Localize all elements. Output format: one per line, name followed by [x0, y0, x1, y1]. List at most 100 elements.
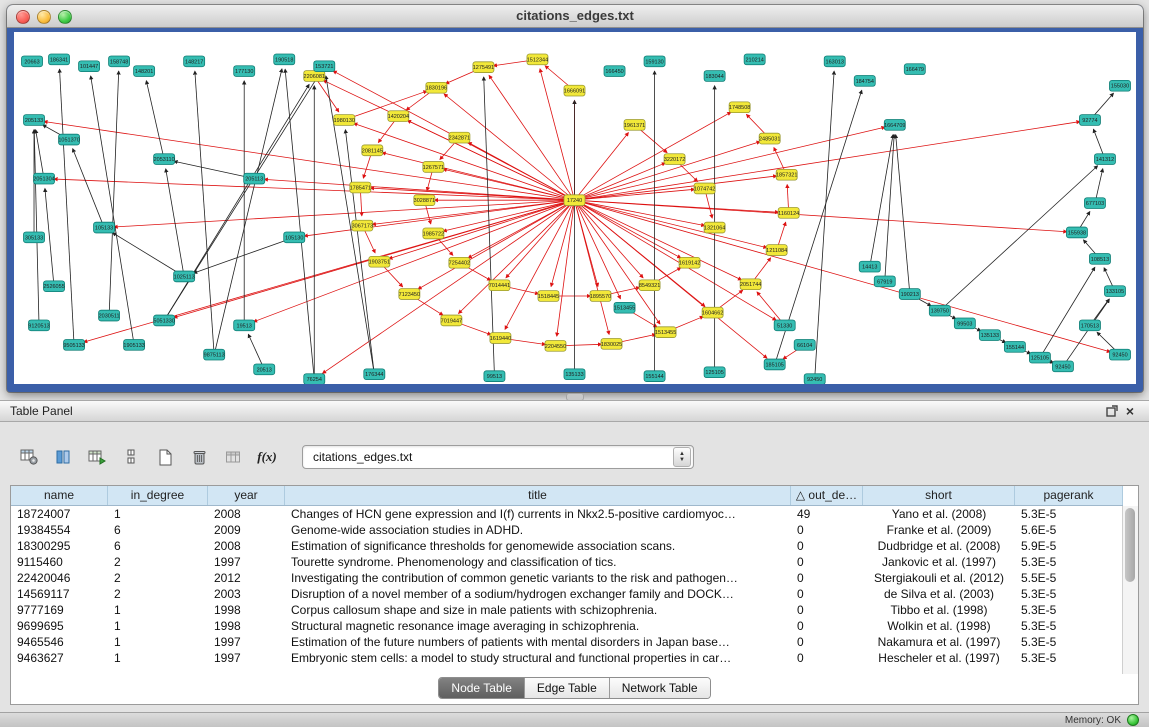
- graph-node[interactable]: 1160124: [778, 208, 799, 219]
- graph-node[interactable]: 159130: [644, 56, 665, 67]
- graph-edge[interactable]: [146, 81, 163, 156]
- graph-edge[interactable]: [578, 201, 767, 248]
- show-columns-icon[interactable]: [48, 443, 78, 471]
- graph-node[interactable]: 105130: [284, 232, 305, 243]
- table-row[interactable]: 969969511998Structural magnetic resonanc…: [11, 618, 1123, 634]
- table-row[interactable]: 1830029562008Estimation of significance …: [11, 538, 1123, 554]
- graph-edge[interactable]: [545, 66, 571, 88]
- graph-node[interactable]: 1321064: [704, 222, 725, 233]
- graph-node[interactable]: 139750: [929, 305, 950, 316]
- graph-node[interactable]: 1051370: [58, 134, 79, 145]
- graph-edge[interactable]: [757, 292, 782, 322]
- graph-node[interactable]: 177130: [234, 66, 255, 77]
- graph-node[interactable]: 125105: [1029, 352, 1050, 363]
- graph-edge[interactable]: [363, 154, 371, 178]
- table-row[interactable]: 911546021997Tourette syndrome. Phenomeno…: [11, 554, 1123, 570]
- graph-node[interactable]: 92774: [1079, 115, 1100, 126]
- graph-edge[interactable]: [468, 202, 571, 258]
- graph-node[interactable]: 1211084: [766, 245, 787, 256]
- tab-node-table[interactable]: Node Table: [439, 678, 524, 698]
- graph-edge[interactable]: [577, 133, 628, 197]
- graph-node[interactable]: 153721: [314, 61, 335, 72]
- graph-node[interactable]: 1905133: [123, 340, 144, 351]
- graph-edge[interactable]: [557, 204, 574, 336]
- graph-edge[interactable]: [551, 204, 573, 287]
- graph-edge[interactable]: [45, 188, 54, 282]
- graph-edge[interactable]: [113, 233, 181, 275]
- graph-edge[interactable]: [382, 265, 403, 287]
- graph-node[interactable]: 8549321: [639, 280, 660, 291]
- graph-node[interactable]: 99503: [954, 318, 975, 329]
- table-row[interactable]: 946554611997Estimation of the future num…: [11, 634, 1123, 650]
- graph-edge[interactable]: [1079, 212, 1090, 230]
- network-graph[interactable]: 1724015123441275491183019614202042081145…: [14, 32, 1136, 384]
- graph-edge[interactable]: [578, 202, 681, 258]
- graph-edge[interactable]: [1104, 268, 1113, 288]
- graph-edge[interactable]: [579, 176, 777, 200]
- graph-node[interactable]: 105133: [94, 222, 115, 233]
- graph-edge[interactable]: [706, 192, 713, 218]
- graph-node[interactable]: 51330: [774, 320, 795, 331]
- new-column-icon[interactable]: [150, 443, 180, 471]
- graph-node[interactable]: 2081145: [362, 145, 383, 156]
- graph-node[interactable]: 1664709: [884, 120, 905, 131]
- graph-edge[interactable]: [323, 80, 571, 198]
- graph-node[interactable]: 1666091: [564, 85, 585, 96]
- graph-node[interactable]: 1513455: [614, 302, 635, 313]
- graph-node[interactable]: 1512344: [527, 54, 548, 65]
- graph-node[interactable]: 2051304: [33, 173, 54, 184]
- network-canvas[interactable]: 1724015123441275491183019614202042081145…: [14, 32, 1136, 384]
- graph-edge[interactable]: [444, 94, 571, 198]
- scrollbar-thumb[interactable]: [1125, 508, 1135, 582]
- graph-node[interactable]: 210214: [744, 54, 765, 65]
- graph-node[interactable]: 148217: [184, 56, 205, 67]
- graph-node[interactable]: 190213: [899, 289, 920, 300]
- graph-node[interactable]: 2485031: [759, 133, 780, 144]
- graph-node[interactable]: 125105: [704, 367, 725, 378]
- graph-node[interactable]: 186341: [49, 54, 70, 65]
- graph-edge[interactable]: [73, 149, 103, 224]
- graph-edge[interactable]: [378, 119, 396, 142]
- graph-edge[interactable]: [1093, 93, 1114, 117]
- column-header-title[interactable]: title: [285, 486, 791, 505]
- graph-node[interactable]: 20663: [22, 56, 43, 67]
- graph-edge[interactable]: [753, 258, 771, 281]
- graph-node[interactable]: 185105: [764, 359, 785, 370]
- delete-column-icon[interactable]: [184, 443, 214, 471]
- graph-edge[interactable]: [425, 204, 430, 224]
- table-row[interactable]: 1938455462009Genome-wide association stu…: [11, 522, 1123, 538]
- window-titlebar[interactable]: citations_edges.txt: [7, 5, 1143, 28]
- graph-node[interactable]: 9505133: [63, 340, 84, 351]
- graph-node[interactable]: 176344: [364, 369, 385, 380]
- graph-edge[interactable]: [787, 185, 788, 209]
- graph-node[interactable]: 2053110: [154, 154, 175, 165]
- graph-node[interactable]: 5051330: [153, 315, 174, 326]
- graph-edge[interactable]: [60, 69, 74, 341]
- table-row[interactable]: 2242004622012Investigating the contribut…: [11, 570, 1123, 586]
- graph-node[interactable]: 9120513: [28, 320, 49, 331]
- graph-node[interactable]: 205113: [244, 173, 265, 184]
- table-row[interactable]: 1456911722003Disruption of a novel membe…: [11, 586, 1123, 602]
- graph-node[interactable]: 3028871: [414, 195, 435, 206]
- graph-edge[interactable]: [778, 222, 786, 246]
- graph-node[interactable]: 1619440: [490, 333, 511, 344]
- graph-node[interactable]: 67919: [874, 276, 895, 287]
- graph-edge[interactable]: [36, 130, 44, 175]
- graph-edge[interactable]: [489, 75, 572, 197]
- graph-node[interactable]: 183044: [704, 71, 725, 82]
- graph-edge[interactable]: [746, 114, 767, 135]
- graph-node[interactable]: 1513455: [655, 327, 676, 338]
- graph-node[interactable]: 155144: [1004, 341, 1025, 352]
- graph-edge[interactable]: [345, 130, 373, 371]
- graph-edge[interactable]: [484, 77, 495, 372]
- graph-node[interactable]: 1604662: [702, 307, 723, 318]
- graph-node[interactable]: 1895570: [590, 291, 611, 302]
- graph-node[interactable]: 101447: [79, 61, 100, 72]
- graph-node[interactable]: 184754: [854, 76, 875, 87]
- graph-node[interactable]: 166479: [904, 64, 925, 75]
- graph-node[interactable]: 2526055: [43, 281, 64, 292]
- graph-node[interactable]: 1980130: [334, 115, 355, 126]
- table-row[interactable]: 977716911998Corpus callosum shape and si…: [11, 602, 1123, 618]
- graph-edge[interactable]: [1096, 169, 1103, 200]
- graph-edge[interactable]: [316, 79, 338, 112]
